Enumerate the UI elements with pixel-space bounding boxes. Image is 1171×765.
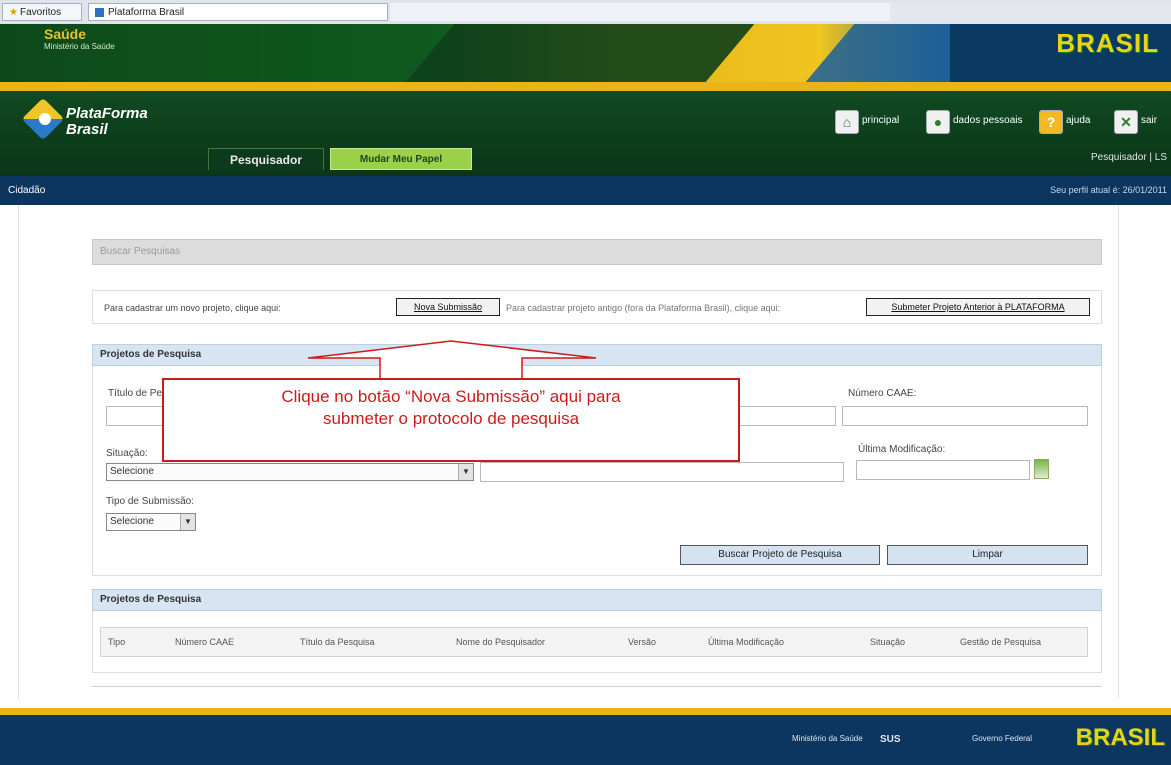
callout-text: Clique no botão “Nova Submissão” aqui pa… bbox=[162, 386, 740, 430]
footer-logo-ministerio: Ministério da Saúde bbox=[792, 734, 863, 743]
callout-arrow-shape bbox=[307, 340, 597, 378]
footer-logo-sus: SUS bbox=[880, 734, 901, 745]
footer-brasil-logo: BRASIL bbox=[1075, 724, 1165, 751]
callout-line1: Clique no botão “Nova Submissão” aqui pa… bbox=[281, 387, 621, 406]
footer-logo-governo: Governo Federal bbox=[972, 734, 1033, 743]
callout-line2: submeter o protocolo de pesquisa bbox=[322, 409, 580, 428]
footer-divider bbox=[0, 708, 1171, 715]
